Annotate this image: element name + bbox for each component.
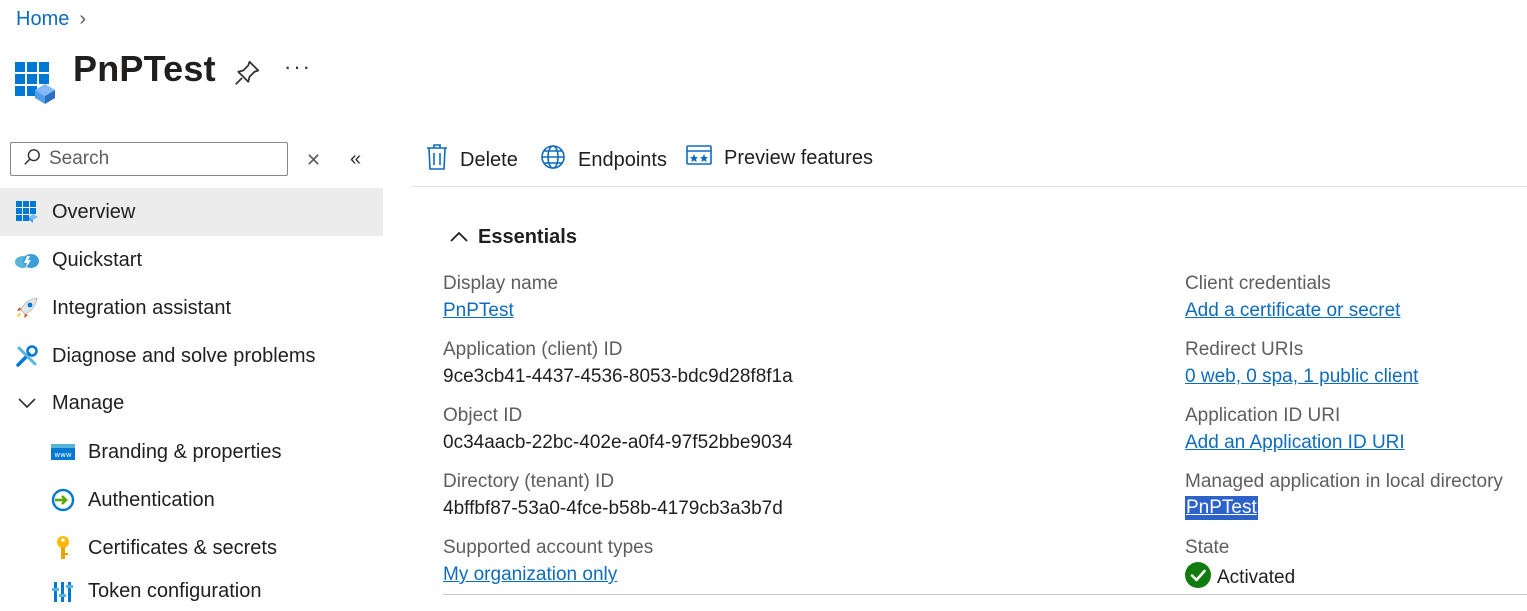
wrench-icon [14,343,40,369]
client-id-label: Application (client) ID [443,339,623,360]
sidebar-item-label: Integration assistant [52,296,231,319]
preview-features-button[interactable]: Preview features [686,144,873,172]
chevron-down-icon [14,390,40,416]
authentication-icon [50,487,76,513]
page-title: PnPTest [73,48,216,89]
client-credentials-link[interactable]: Add a certificate or secret [1185,300,1400,322]
sidebar-item-token-configuration[interactable]: Token configuration [0,572,383,611]
sidebar-item-overview[interactable]: Overview [0,188,383,236]
tenant-id-label: Directory (tenant) ID [443,471,615,492]
state-label: State [1185,537,1230,558]
redirect-uris-label: Redirect URIs [1185,339,1304,360]
chevron-right-icon: › [79,8,87,30]
preview-features-label: Preview features [724,146,873,169]
sidebar-item-label: Diagnose and solve problems [52,344,316,367]
overview-grid-icon [14,199,40,225]
app-id-uri-link[interactable]: Add an Application ID URI [1185,432,1405,454]
sidebar-item-certificates[interactable]: Certificates & secrets [0,524,383,572]
app-id-uri-label: Application ID URI [1185,405,1341,426]
search-box[interactable] [10,142,288,176]
sidebar-item-authentication[interactable]: Authentication [0,476,383,524]
search-icon [23,148,41,171]
object-id-label: Object ID [443,405,523,426]
more-options-button[interactable]: ··· [284,54,312,80]
key-icon [50,535,76,561]
essentials-toggle[interactable]: Essentials [450,226,577,249]
breadcrumb: Home › [16,8,86,31]
display-name-label: Display name [443,273,559,294]
sidebar-item-label: Authentication [88,488,215,511]
clear-search-icon[interactable]: ✕ [306,150,321,171]
essentials-title: Essentials [478,226,577,248]
trash-icon [426,144,448,176]
breadcrumb-home-link[interactable]: Home [16,8,69,31]
sidebar-group-manage[interactable]: Manage [0,380,383,426]
token-bars-icon [50,579,76,605]
delete-label: Delete [460,148,518,171]
divider [443,594,1527,595]
redirect-uris-link[interactable]: 0 web, 0 spa, 1 public client [1185,366,1418,388]
sidebar-item-integration-assistant[interactable]: Integration assistant [0,284,383,332]
client-credentials-label: Client credentials [1185,273,1331,294]
account-types-link[interactable]: My organization only [443,564,617,586]
chevron-up-icon [450,226,468,249]
state-status: Activated [1185,562,1295,593]
sidebar-item-label: Overview [52,200,136,223]
managed-app-label: Managed application in local directory [1185,471,1503,492]
sidebar-item-label: Quickstart [52,248,143,271]
sidebar-item-diagnose[interactable]: Diagnose and solve problems [0,332,383,380]
sidebar-item-label: Manage [52,391,125,414]
pin-icon[interactable] [232,58,262,88]
sidebar-item-branding[interactable]: www Branding & properties [0,428,383,476]
display-name-link[interactable]: PnPTest [443,300,514,322]
object-id-value: 0c34aacb-22bc-402e-a0f4-97f52bbe9034 [443,432,793,453]
sidebar-item-label: Branding & properties [88,440,282,463]
sidebar-item-label: Certificates & secrets [88,536,277,559]
sidebar-item-quickstart[interactable]: Quickstart [0,236,383,284]
command-bar: Delete Endpoints Preview features [412,132,1527,187]
search-input[interactable] [41,147,271,171]
check-circle-icon [1185,562,1211,593]
managed-app-link[interactable]: PnPTest [1185,496,1258,520]
state-value: Activated [1217,566,1296,588]
collapse-sidebar-icon[interactable]: « [350,148,361,171]
rocket-icon [14,295,40,321]
delete-button[interactable]: Delete [426,144,518,176]
preview-features-icon [686,144,712,172]
client-id-value: 9ce3cb41-4437-4536-8053-bdc9d28f8f1a [443,366,793,387]
endpoints-button[interactable]: Endpoints [540,144,667,176]
globe-icon [540,144,566,176]
sidebar-item-label: Token configuration [88,580,262,602]
svg-text:www: www [54,451,71,459]
tenant-id-value: 4bffbf87-53a0-4fce-b58b-4179cb3a3b7d [443,498,783,519]
branding-www-icon: www [50,439,76,465]
account-types-label: Supported account types [443,537,654,558]
endpoints-label: Endpoints [578,148,667,171]
cloud-lightning-icon [14,247,40,273]
app-registration-icon [15,62,55,109]
